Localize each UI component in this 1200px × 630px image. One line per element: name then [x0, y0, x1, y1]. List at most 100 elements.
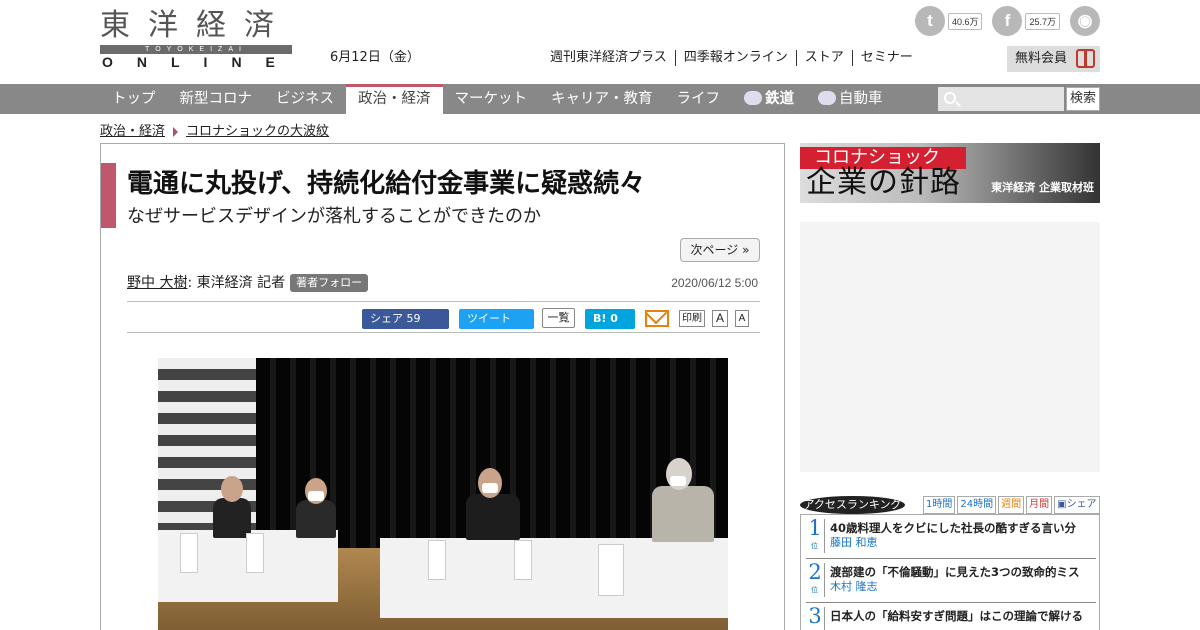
follow-author-label: 著者フォロー — [296, 276, 363, 289]
rss-link[interactable]: ◉ — [1070, 6, 1100, 36]
mail-icon[interactable] — [645, 310, 669, 327]
nav-item-market[interactable]: マーケット — [443, 84, 540, 114]
ranking-item[interactable]: 1 位 40歳料理人をクビにした社長の酷すぎる言い分 藤田 和恵 — [806, 515, 1096, 559]
photo-nameplate — [428, 540, 446, 580]
ranking-tab-1h[interactable]: 1時間 — [923, 496, 956, 514]
ranking-title-text: 40歳料理人をクビにした社長の酷すぎる言い分 — [830, 521, 1077, 535]
search-button[interactable]: 検索 — [1066, 87, 1100, 111]
next-page-button[interactable]: 次ページ » — [680, 238, 760, 262]
nav-item-business[interactable]: ビジネス — [264, 84, 346, 114]
nav-item-car-label: 自動車 — [839, 91, 883, 107]
nav-item-corona[interactable]: 新型コロナ — [168, 84, 265, 114]
site-logo[interactable]: 東洋経済 TOYOKEIZAI ONLINE — [100, 8, 292, 72]
facebook-count: 25.7万 — [1025, 12, 1060, 30]
free-member-button[interactable]: 無料会員 — [1007, 46, 1100, 72]
ranking-title-text: 日本人の「給料安すぎ問題」はこの理論で解ける — [830, 609, 1083, 623]
link-seminar[interactable]: セミナー — [851, 50, 921, 66]
ranking-title-text: 渡部建の「不倫騒動」に見えた3つの致命的ミス — [830, 565, 1080, 579]
article-box: 電通に丸投げ、持続化給付金事業に疑惑続々 なぜサービスデザインが落札することがで… — [100, 143, 785, 630]
ranking-tab-weekly[interactable]: 週間 — [998, 496, 1025, 514]
nav-item-life[interactable]: ライフ — [665, 84, 733, 114]
hatena-count: 0 — [610, 312, 618, 325]
photo-nameplate — [180, 533, 198, 573]
search-input[interactable] — [938, 87, 1064, 111]
hatena-bookmark-button[interactable]: B! 0 — [585, 309, 635, 329]
ranking-number: 1 — [808, 516, 822, 540]
ranking-title: アクセスランキング — [800, 496, 905, 514]
photo-mask — [482, 483, 498, 493]
ranking-author[interactable]: 藤田 和恵 — [830, 536, 878, 550]
ranking-author[interactable]: 木村 隆志 — [830, 580, 878, 594]
ranking-tab-monthly[interactable]: 月間 — [1026, 496, 1053, 514]
gift-icon — [1076, 49, 1095, 68]
follow-author-button[interactable]: 著者フォロー — [290, 274, 369, 292]
photo-mask — [308, 491, 324, 501]
site-links: 週刊東洋経済プラス 四季報オンライン ストア セミナー — [550, 50, 921, 66]
breadcrumb-series[interactable]: コロナショックの大波紋 — [186, 124, 329, 140]
link-shikiho-online[interactable]: 四季報オンライン — [674, 50, 796, 66]
author-name[interactable]: 野中 大樹 — [127, 274, 187, 292]
article-subtitle: なぜサービスデザインが落札することができたのか — [127, 206, 541, 227]
article-title: 電通に丸投げ、持続化給付金事業に疑惑続々 — [127, 169, 646, 199]
photo-nameplate — [246, 533, 264, 573]
author-line: 野中 大樹 : 東洋経済 記者 著者フォロー — [127, 274, 369, 292]
facebook-share-button[interactable]: シェア 59 — [362, 309, 449, 329]
author-affiliation: : 東洋経済 記者 — [187, 275, 286, 291]
ranking-tabs: 1時間 24時間 週間 月間 ▣シェア — [923, 496, 1100, 514]
access-ranking: アクセスランキング 1時間 24時間 週間 月間 ▣シェア 1 位 40歳料理人… — [800, 496, 1100, 630]
train-icon — [744, 91, 762, 105]
ranking-divider — [824, 607, 825, 630]
site-header: 東洋経済 TOYOKEIZAI ONLINE 6月12日（金） t 40.6万 … — [0, 0, 1200, 84]
breadcrumb-arrow-icon — [173, 127, 179, 137]
ranking-divider — [824, 563, 825, 597]
series-banner[interactable]: コロナショック 企業の針路 東洋経済 企業取材班 — [800, 143, 1100, 203]
logo-romaji: TOYOKEIZAI — [100, 45, 292, 54]
nav-item-car[interactable]: 自動車 — [806, 84, 895, 114]
font-size-large-button[interactable]: A — [712, 310, 728, 327]
article-photo — [158, 358, 728, 630]
twitter-follow[interactable]: t 40.6万 — [914, 6, 983, 36]
nav-item-politics-economy[interactable]: 政治・経済 — [346, 84, 443, 114]
facebook-icon: f — [992, 6, 1023, 36]
logo-online: ONLINE — [102, 54, 299, 70]
nav-item-railway-label: 鉄道 — [765, 91, 794, 107]
tweet-list-button[interactable]: 一覧 — [542, 308, 575, 328]
free-member-label: 無料会員 — [1015, 51, 1068, 66]
photo-person — [213, 498, 251, 538]
nav-item-top[interactable]: トップ — [100, 84, 168, 114]
photo-person — [466, 494, 520, 540]
tweet-button[interactable]: ツイート — [459, 309, 534, 329]
ranking-number: 3 — [808, 604, 822, 628]
photo-nameplate — [598, 544, 624, 596]
ranking-divider — [824, 519, 825, 553]
logo-kanji: 東洋経済 — [100, 8, 292, 43]
ranking-tab-share[interactable]: ▣シェア — [1054, 496, 1100, 514]
search-icon — [944, 92, 956, 104]
ranking-list: 1 位 40歳料理人をクビにした社長の酷すぎる言い分 藤田 和恵 2 位 渡部建… — [800, 514, 1100, 630]
photo-person-head — [221, 476, 243, 502]
photo-person — [652, 486, 714, 542]
photo-nameplate — [514, 540, 532, 580]
font-size-small-button[interactable]: A — [735, 310, 749, 327]
ranking-position-label: 位 — [811, 542, 818, 550]
breadcrumb-category[interactable]: 政治・経済 — [100, 124, 165, 140]
tweet-label: ツイート — [467, 312, 511, 325]
link-store[interactable]: ストア — [795, 50, 852, 66]
nav-item-railway[interactable]: 鉄道 — [732, 84, 806, 114]
facebook-follow[interactable]: f 25.7万 — [992, 6, 1060, 36]
print-button[interactable]: 印刷 — [679, 310, 705, 327]
link-toyokeizai-plus[interactable]: 週刊東洋経済プラス — [550, 50, 675, 66]
current-date: 6月12日（金） — [330, 50, 420, 65]
ranking-item[interactable]: 2 位 渡部建の「不倫騒動」に見えた3つの致命的ミス 木村 隆志 — [806, 559, 1096, 603]
ranking-item[interactable]: 3 日本人の「給料安すぎ問題」はこの理論で解ける — [806, 603, 1096, 630]
published-date: 2020/06/12 5:00 — [671, 276, 758, 290]
twitter-icon: t — [914, 6, 945, 36]
title-accent-bar — [101, 163, 116, 228]
ranking-tab-24h[interactable]: 24時間 — [957, 496, 997, 514]
ranking-number: 2 — [808, 560, 822, 584]
twitter-count: 40.6万 — [947, 12, 983, 30]
car-icon — [818, 91, 836, 105]
nav-item-career[interactable]: キャリア・教育 — [539, 84, 665, 114]
photo-mask — [670, 476, 686, 486]
ad-slot — [800, 222, 1100, 472]
